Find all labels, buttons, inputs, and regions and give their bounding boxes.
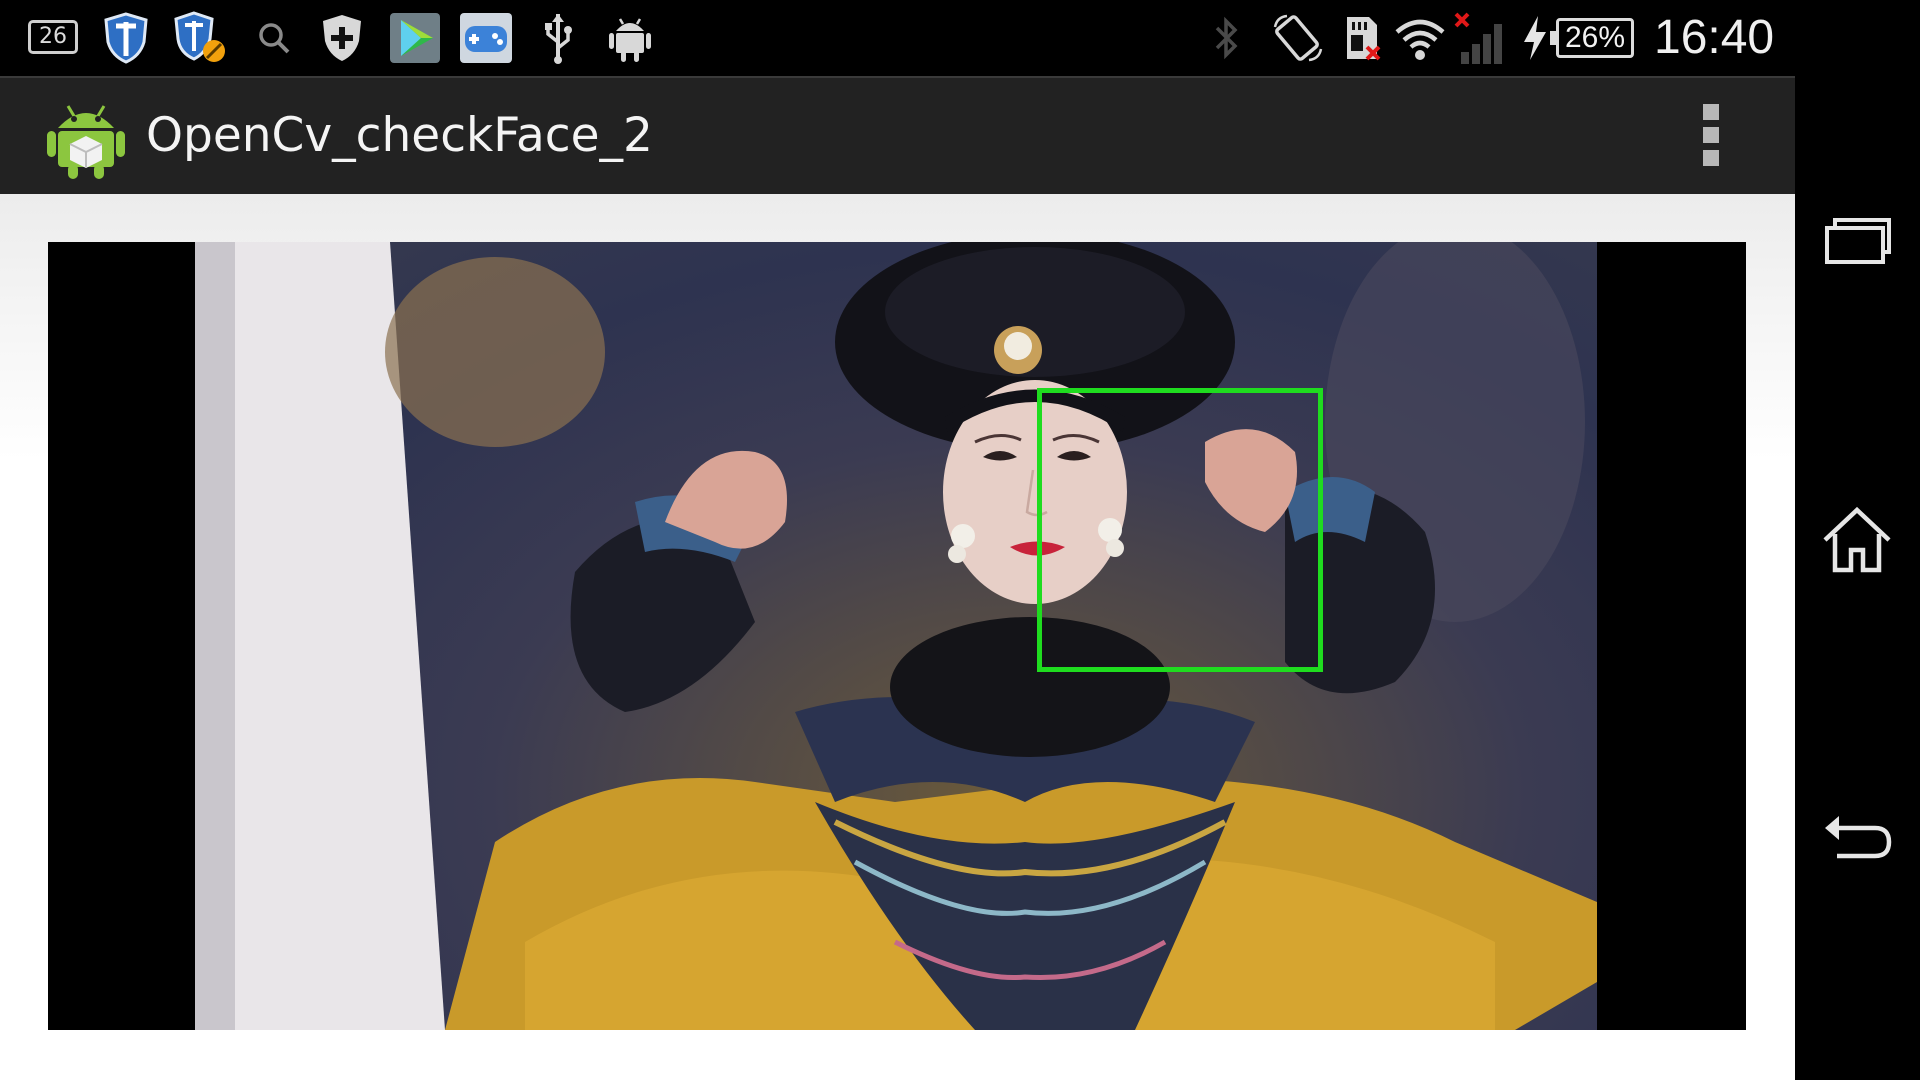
navigation-bar (1795, 0, 1920, 1080)
recent-apps-icon[interactable] (1817, 200, 1897, 280)
sd-card-error-icon (1340, 12, 1384, 64)
signal-no-service-icon (1452, 12, 1508, 64)
status-bar: 26 26% 16:40 (0, 0, 1795, 76)
overflow-menu-icon[interactable] (1694, 104, 1728, 172)
shield-icon (100, 12, 152, 64)
app-logo-icon[interactable] (46, 94, 126, 180)
main-content (0, 194, 1795, 1080)
home-icon[interactable] (1817, 500, 1897, 580)
face-detection-box (1037, 388, 1323, 672)
android-icon (606, 12, 654, 64)
bluetooth-icon (1208, 12, 1244, 64)
battery-percent: 26% (1564, 21, 1626, 54)
usb-icon (540, 12, 576, 64)
clock: 16:40 (1654, 11, 1775, 64)
rotation-icon (1270, 12, 1326, 64)
notification-count: 26 (39, 24, 67, 49)
play-store-icon (388, 12, 442, 64)
camera-frame (195, 242, 1597, 1030)
shield-blocked-icon (170, 11, 230, 64)
search-icon (252, 12, 296, 64)
notification-count-icon: 26 (28, 20, 78, 54)
battery-icon: 26% (1550, 18, 1634, 58)
wifi-icon (1392, 12, 1448, 64)
shield-plus-icon (318, 12, 366, 64)
gamepad-icon (458, 12, 514, 64)
action-bar: OpenCv_checkFace_2 (0, 76, 1795, 194)
camera-scene (195, 242, 1597, 1030)
app-title: OpenCv_checkFace_2 (146, 108, 653, 163)
charging-icon (1518, 12, 1552, 64)
camera-preview (48, 242, 1746, 1030)
back-icon[interactable] (1817, 800, 1897, 880)
